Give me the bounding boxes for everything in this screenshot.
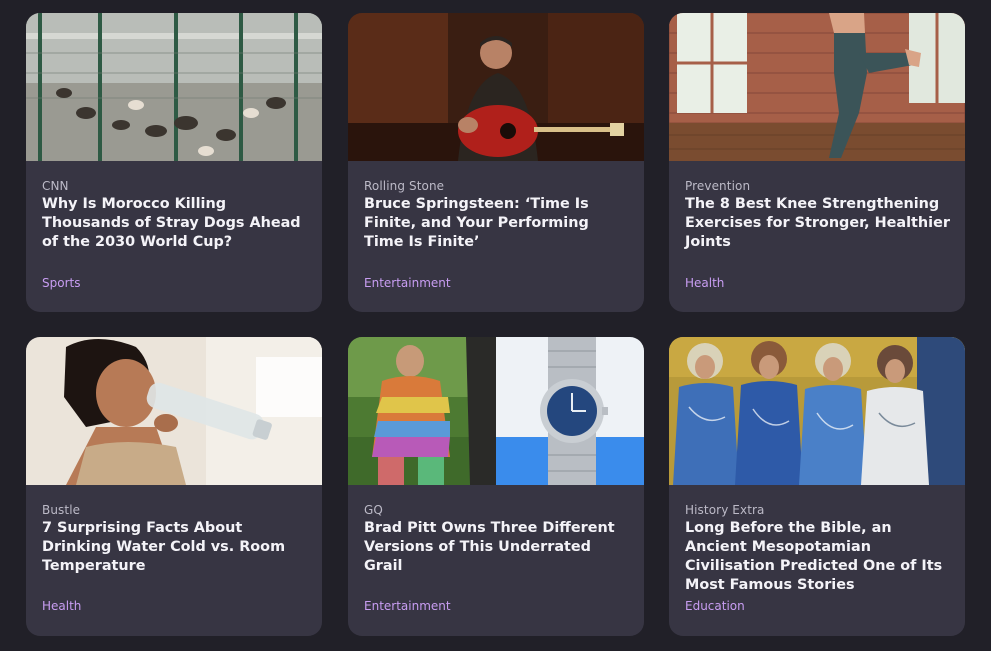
article-thumbnail-drinking-water[interactable]	[26, 337, 322, 485]
article-category[interactable]: Entertainment	[364, 276, 451, 290]
article-source: Bustle	[42, 503, 81, 517]
article-thumbnail-knee-exercise[interactable]	[669, 13, 965, 161]
article-title[interactable]: Bruce Springsteen: ‘Time Is Finite, and …	[364, 195, 632, 252]
article-source: History Extra	[685, 503, 765, 517]
article-source: Prevention	[685, 179, 751, 193]
mosaic-image	[669, 337, 965, 485]
springsteen-guitar-image	[348, 13, 644, 161]
article-thumbnail-mosaic[interactable]	[669, 337, 965, 485]
article-source: CNN	[42, 179, 69, 193]
article-source: Rolling Stone	[364, 179, 445, 193]
article-card-brad-pitt-watch[interactable]: GQ Brad Pitt Owns Three Different Versio…	[348, 337, 644, 636]
article-card-stray-dogs[interactable]: CNN Why Is Morocco Killing Thousands of …	[26, 13, 322, 312]
article-title[interactable]: 7 Surprising Facts About Drinking Water …	[42, 519, 310, 576]
article-category[interactable]: Entertainment	[364, 599, 451, 613]
dogs-shelter-image	[26, 13, 322, 161]
knee-exercise-image	[669, 13, 965, 161]
article-thumbnail-dogs-shelter[interactable]	[26, 13, 322, 161]
article-card-drinking-water[interactable]: Bustle 7 Surprising Facts About Drinking…	[26, 337, 322, 636]
article-card-mesopotamian[interactable]: History Extra Long Before the Bible, an …	[669, 337, 965, 636]
article-thumbnail-springsteen[interactable]	[348, 13, 644, 161]
article-title[interactable]: Brad Pitt Owns Three Different Versions …	[364, 519, 632, 576]
article-category[interactable]: Health	[685, 276, 724, 290]
article-category[interactable]: Health	[42, 599, 81, 613]
article-title[interactable]: Long Before the Bible, an Ancient Mesopo…	[685, 519, 953, 595]
brad-pitt-watch-image	[348, 337, 644, 485]
article-category[interactable]: Education	[685, 599, 745, 613]
article-category[interactable]: Sports	[42, 276, 80, 290]
article-title[interactable]: Why Is Morocco Killing Thousands of Stra…	[42, 195, 310, 252]
drinking-water-image	[26, 337, 322, 485]
article-title[interactable]: The 8 Best Knee Strengthening Exercises …	[685, 195, 953, 252]
article-source: GQ	[364, 503, 383, 517]
article-thumbnail-brad-pitt-watch[interactable]	[348, 337, 644, 485]
article-card-springsteen[interactable]: Rolling Stone Bruce Springsteen: ‘Time I…	[348, 13, 644, 312]
article-card-knee-exercises[interactable]: Prevention The 8 Best Knee Strengthening…	[669, 13, 965, 312]
